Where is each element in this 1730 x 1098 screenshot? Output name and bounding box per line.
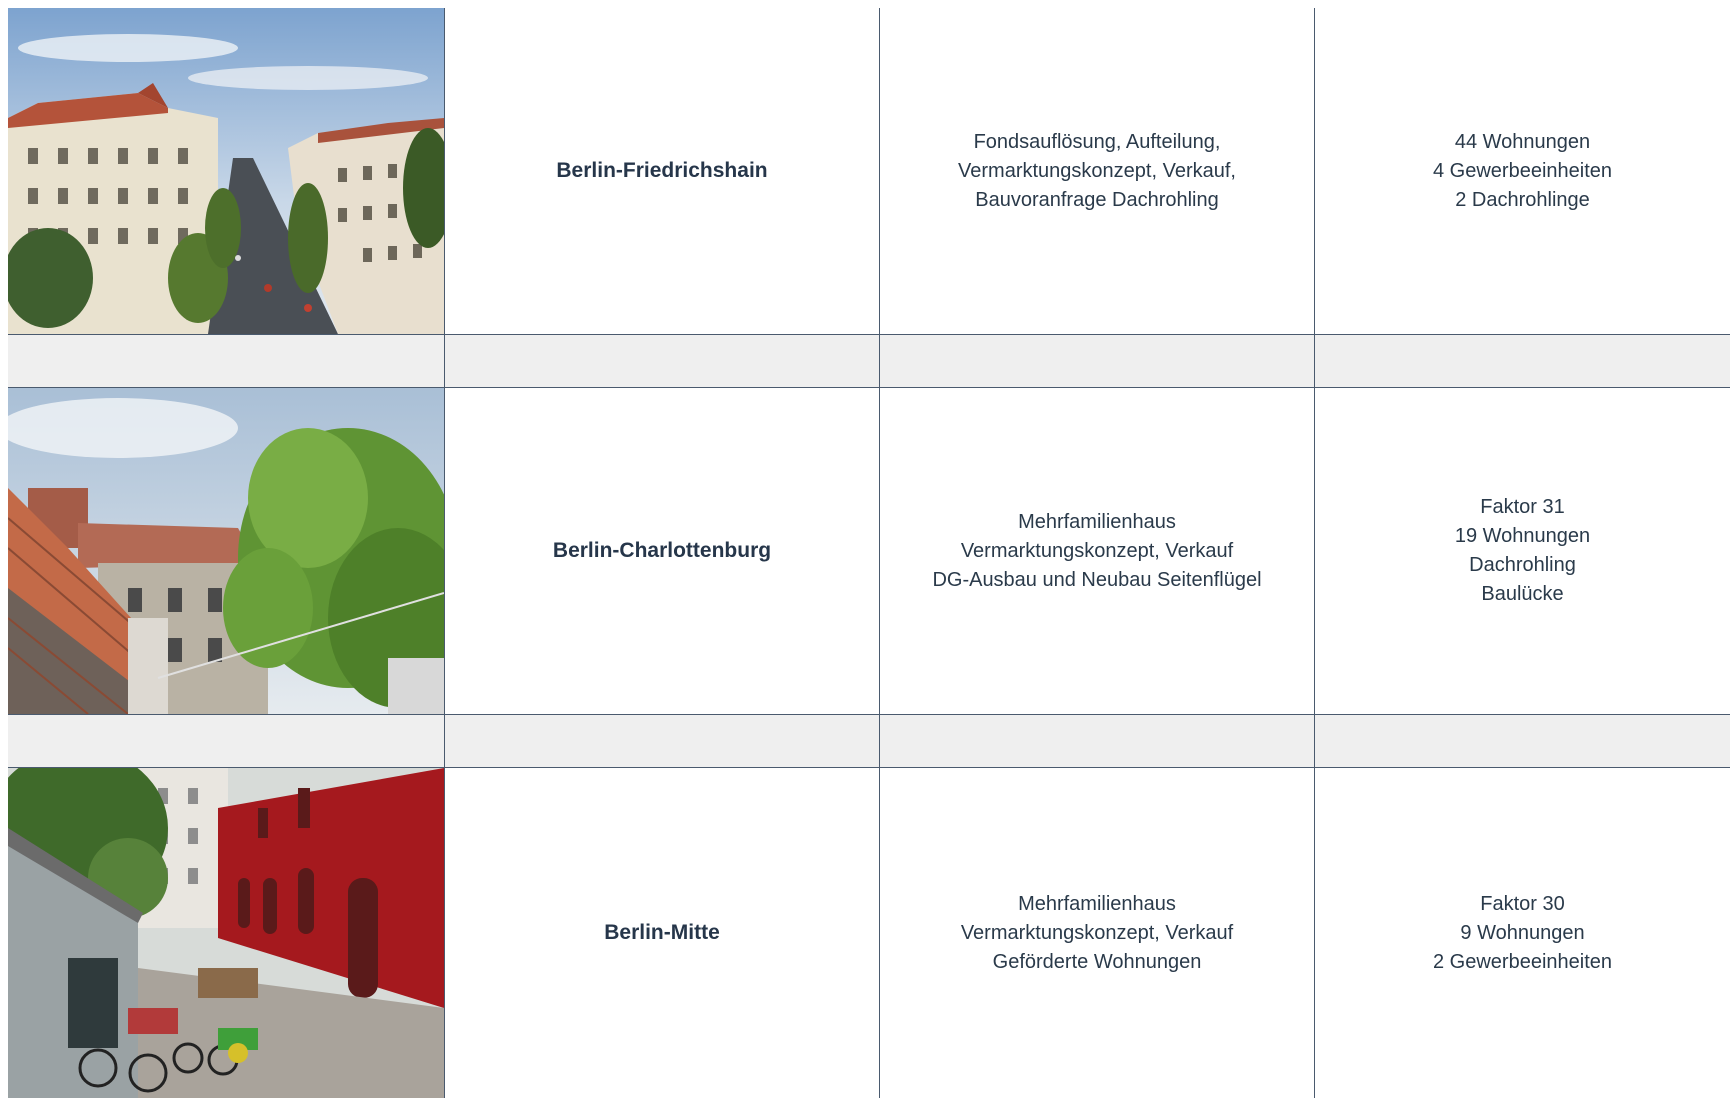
spacer-cell [1315,335,1730,388]
details-cell: 44 Wohnungen 4 Gewerbeeinheiten 2 Dachro… [1315,8,1730,335]
details-line: Baulücke [1315,580,1730,609]
courtyard-photo-image [8,768,444,1098]
spacer-row [8,715,1730,768]
scope-line: Vermarktungskonzept, Verkauf [880,537,1314,566]
details-line: Faktor 31 [1315,493,1730,522]
location-name: Berlin-Charlottenburg [553,539,771,562]
scope-cell: Mehrfamilienhaus Vermarktungskonzept, Ve… [880,388,1315,715]
table-row: Berlin-Friedrichshain Fondsauflösung, Au… [8,8,1730,335]
project-photo-friedrichshain [8,8,445,335]
scope-line: Vermarktungskonzept, Verkauf, [880,157,1314,186]
details-line: 2 Gewerbeeinheiten [1315,948,1730,977]
details-line: Faktor 30 [1315,890,1730,919]
spacer-cell [1315,715,1730,768]
spacer-row [8,335,1730,388]
scope-line: DG-Ausbau und Neubau Seitenflügel [880,566,1314,595]
location-name: Berlin-Mitte [604,921,720,944]
table-row: Berlin-Mitte Mehrfamilienhaus Vermarktun… [8,768,1730,1098]
details-line: 9 Wohnungen [1315,919,1730,948]
details-line: 2 Dachrohlinge [1315,186,1730,215]
scope-line: Fondsauflösung, Aufteilung, [880,128,1314,157]
scope-line: Geförderte Wohnungen [880,948,1314,977]
scope-line: Mehrfamilienhaus [880,508,1314,537]
details-line: 19 Wohnungen [1315,522,1730,551]
scope-line: Mehrfamilienhaus [880,890,1314,919]
spacer-cell [880,715,1315,768]
details-line: 44 Wohnungen [1315,128,1730,157]
spacer-cell [8,335,445,388]
location-cell: Berlin-Charlottenburg [445,388,880,715]
details-line: Dachrohling [1315,551,1730,580]
details-cell: Faktor 30 9 Wohnungen 2 Gewerbeeinheiten [1315,768,1730,1098]
location-name: Berlin-Friedrichshain [556,159,767,182]
details-cell: Faktor 31 19 Wohnungen Dachrohling Baulü… [1315,388,1730,715]
project-table: Berlin-Friedrichshain Fondsauflösung, Au… [8,8,1730,1098]
scope-cell: Mehrfamilienhaus Vermarktungskonzept, Ve… [880,768,1315,1098]
spacer-cell [880,335,1315,388]
location-cell: Berlin-Mitte [445,768,880,1098]
scope-cell: Fondsauflösung, Aufteilung, Vermarktungs… [880,8,1315,335]
project-photo-mitte [8,768,445,1098]
spacer-cell [445,715,880,768]
street-photo-image [8,8,444,334]
spacer-cell [445,335,880,388]
project-photo-charlottenburg [8,388,445,715]
location-cell: Berlin-Friedrichshain [445,8,880,335]
details-line: 4 Gewerbeeinheiten [1315,157,1730,186]
rooftop-photo-image [8,388,444,714]
scope-line: Bauvoranfrage Dachrohling [880,186,1314,215]
scope-line: Vermarktungskonzept, Verkauf [880,919,1314,948]
spacer-cell [8,715,445,768]
table-row: Berlin-Charlottenburg Mehrfamilienhaus V… [8,388,1730,715]
